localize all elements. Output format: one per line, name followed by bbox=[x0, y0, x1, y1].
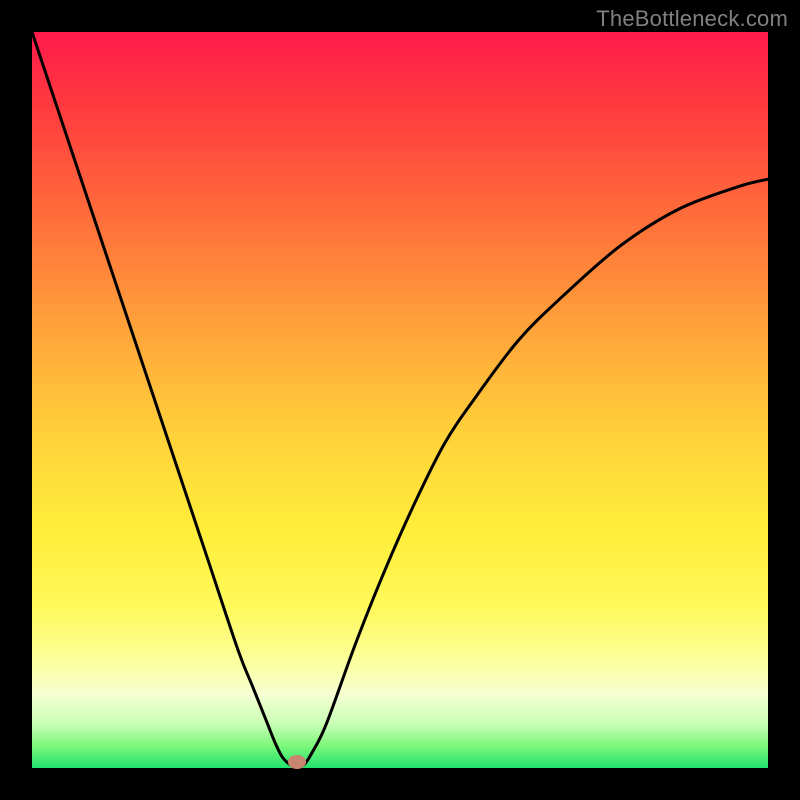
plot-area bbox=[32, 32, 768, 768]
chart-frame: TheBottleneck.com bbox=[0, 0, 800, 800]
optimal-point-marker bbox=[288, 755, 306, 769]
watermark-text: TheBottleneck.com bbox=[596, 6, 788, 32]
bottleneck-curve bbox=[32, 32, 768, 768]
